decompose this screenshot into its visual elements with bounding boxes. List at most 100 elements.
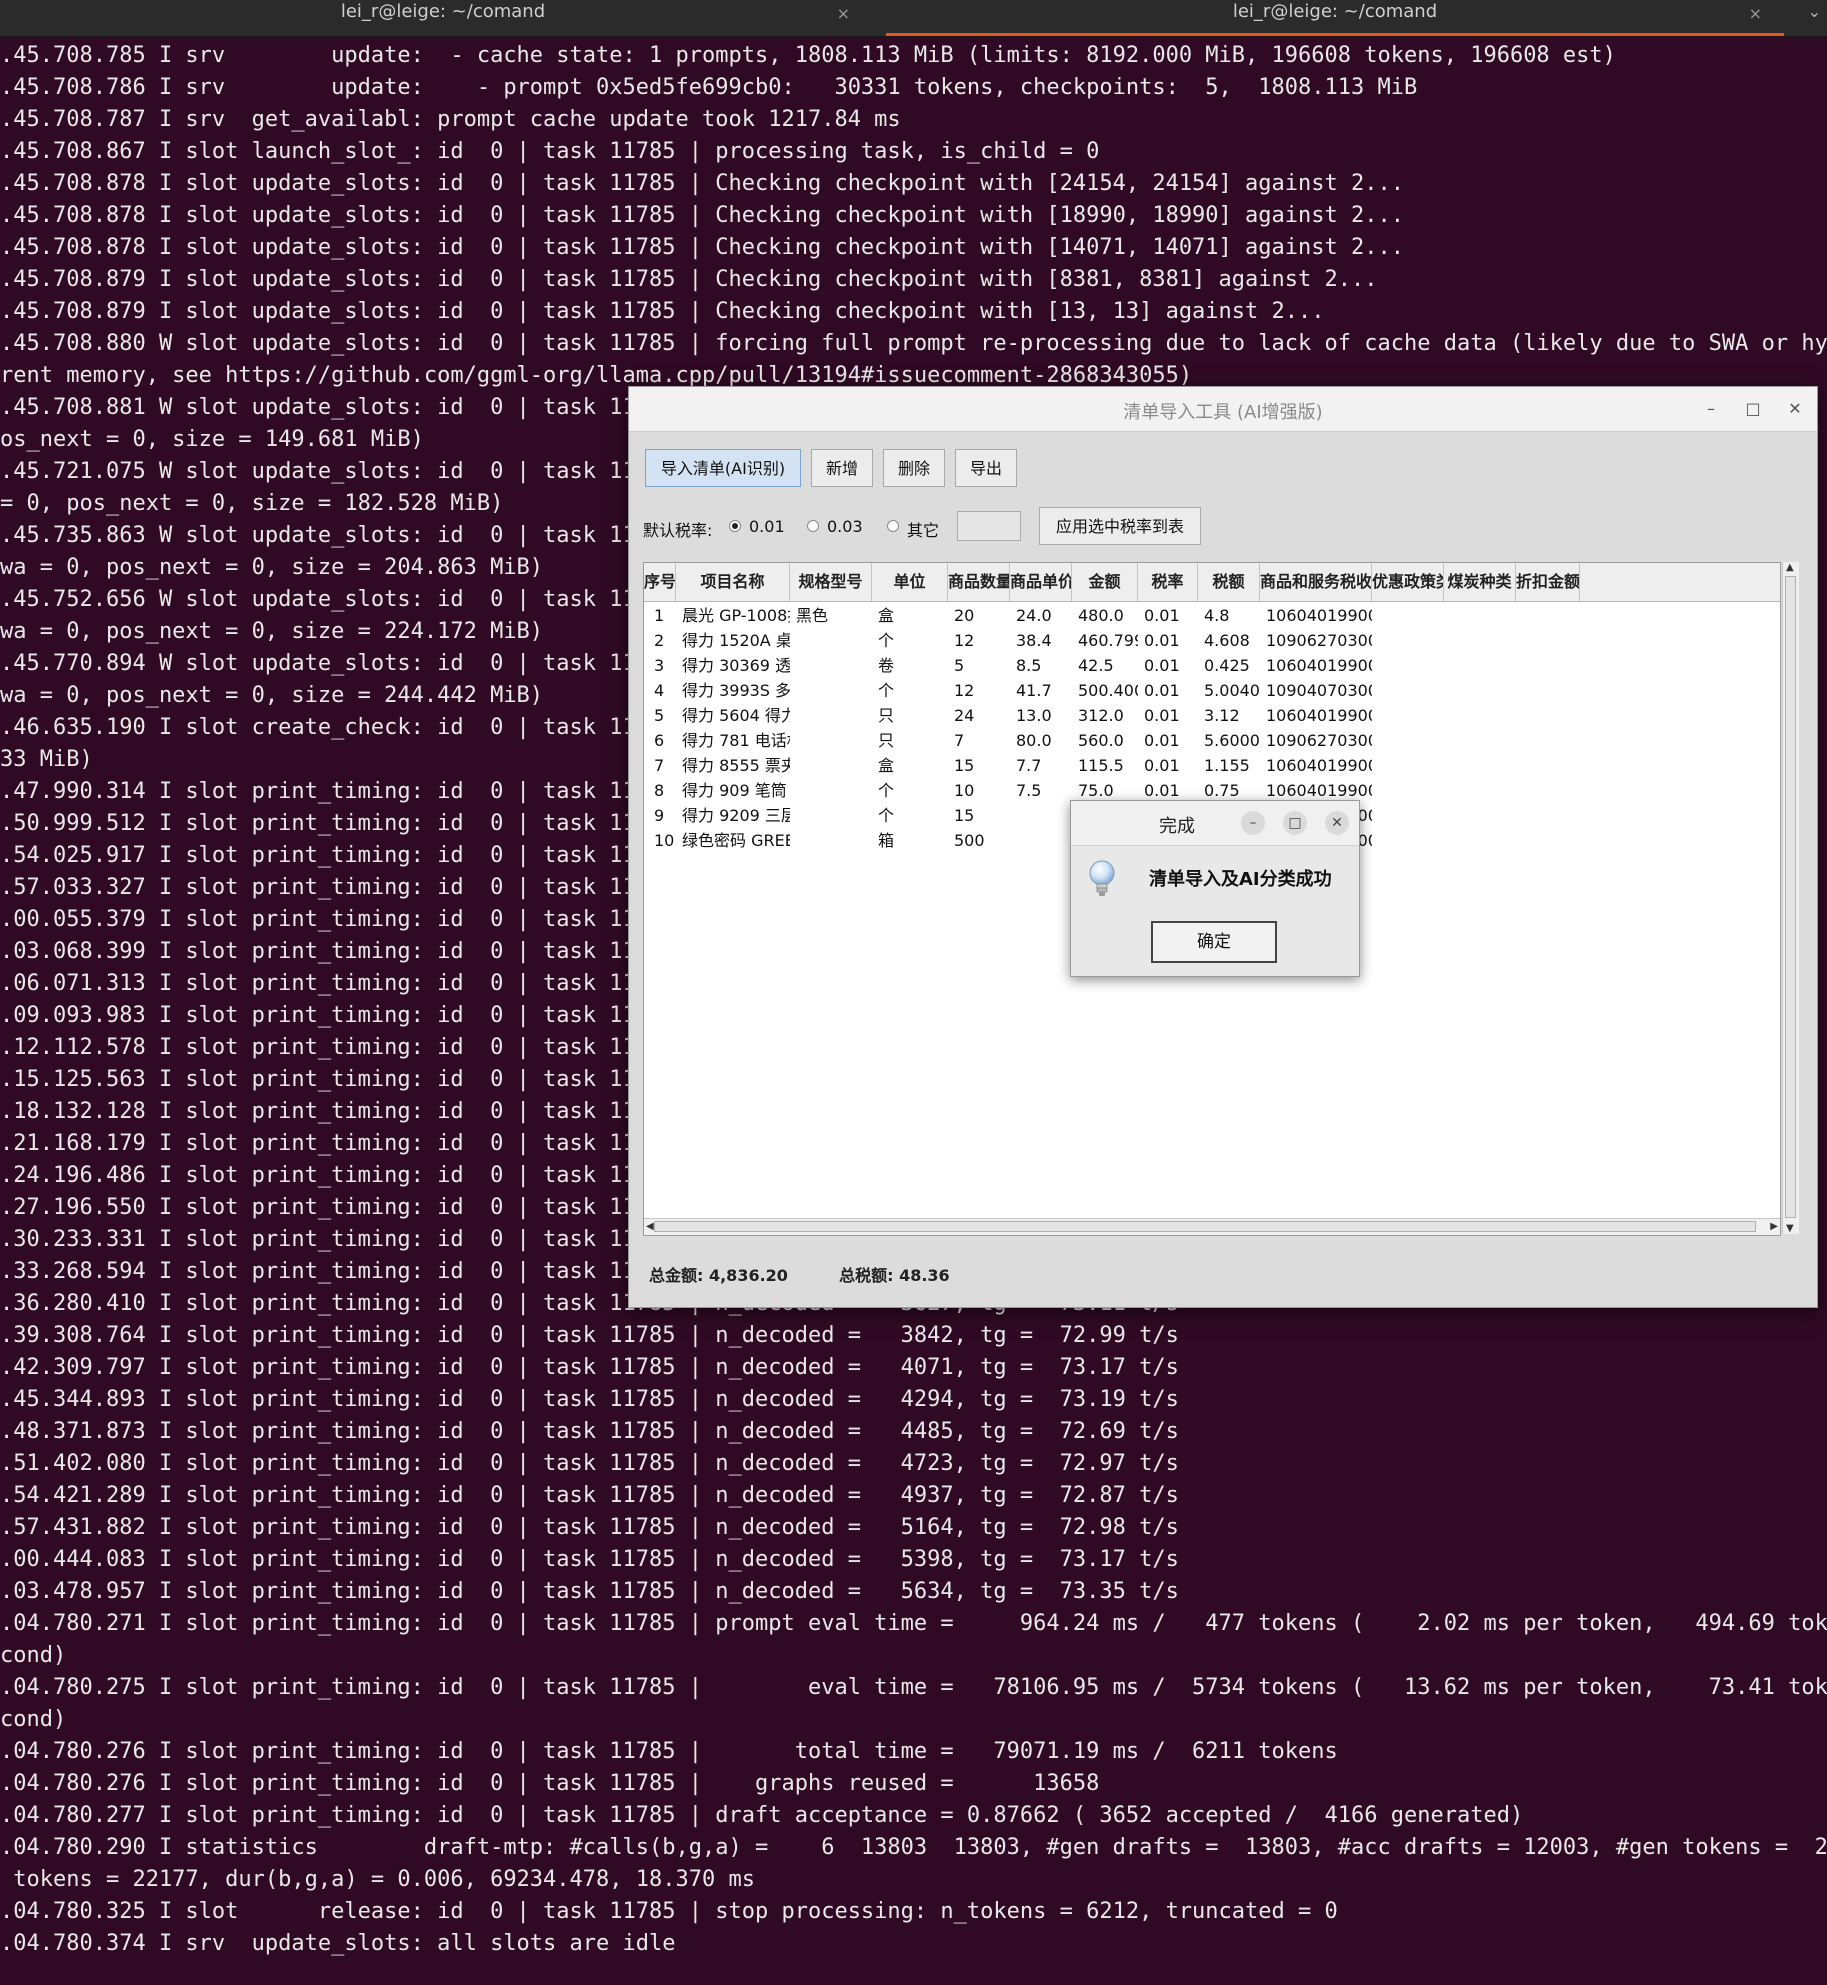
column-header[interactable]: 规格型号: [790, 563, 872, 601]
terminal-line: .03.068.399 I slot print_timing: id 0 | …: [0, 939, 676, 964]
table-cell: 绿色密码 GREENC: [682, 831, 790, 850]
minimize-icon[interactable]: –: [1241, 811, 1265, 835]
chevron-down-icon[interactable]: ⌄: [1808, 2, 1821, 21]
table-cell: 得力 9209 三层文: [682, 806, 790, 825]
terminal-line: .45.708.879 I slot update_slots: id 0 | …: [0, 299, 1325, 324]
table-cell: 500: [954, 831, 985, 850]
terminal-line: .50.999.512 I slot print_timing: id 0 | …: [0, 811, 676, 836]
table-cell: 15: [954, 756, 975, 775]
import-list-button[interactable]: 导入清单(AI识别): [645, 449, 801, 487]
table-row[interactable]: 1 晨光 GP-1008按动黑色 盒 20 24.0 480.0 0.01 4.8 106040…: [644, 603, 1780, 628]
table-cell: [1448, 678, 1516, 703]
radio-tax-003[interactable]: [807, 520, 819, 532]
maximize-icon[interactable]: □: [1283, 811, 1307, 835]
terminal-tab-title: lei_r@leige: ~/comand: [1232, 1, 1438, 22]
vertical-scroll-thumb[interactable]: [1785, 576, 1796, 1218]
table-cell: 个: [878, 806, 895, 825]
totals-footer: 总金额: 4,836.20 总税额: 48.36: [649, 1262, 950, 1286]
table-cell: 个: [878, 631, 895, 650]
table-cell: 80.0: [1016, 731, 1052, 750]
table-cell: 500.40000: [1078, 681, 1138, 700]
terminal-tab-1[interactable]: lei_r@leige: ~/comand ×: [0, 0, 886, 36]
default-tax-label: 默认税率:: [643, 521, 713, 540]
delete-button[interactable]: 删除: [883, 449, 945, 487]
scroll-right-icon[interactable]: ▶: [1770, 1219, 1778, 1235]
export-button[interactable]: 导出: [955, 449, 1017, 487]
terminal-line: .45.708.880 W slot update_slots: id 0 | …: [0, 331, 1827, 356]
scroll-up-icon[interactable]: ▲: [1786, 562, 1794, 573]
terminal-line: .48.371.873 I slot print_timing: id 0 | …: [0, 1419, 1179, 1444]
column-header[interactable]: 折扣金额: [1516, 563, 1580, 601]
table-cell: [1376, 828, 1444, 853]
table-cell: 0.01: [1144, 656, 1180, 675]
table-cell: [1014, 803, 1072, 828]
add-button[interactable]: 新增: [811, 449, 873, 487]
column-header[interactable]: 煤炭种类: [1444, 563, 1516, 601]
terminal-line: .45.708.878 I slot update_slots: id 0 | …: [0, 171, 1404, 196]
table-cell: 4.608: [1204, 631, 1250, 650]
vertical-scrollbar[interactable]: ▲ ▼: [1782, 562, 1799, 1234]
terminal-line: .39.308.764 I slot print_timing: id 0 | …: [0, 1323, 1179, 1348]
table-row[interactable]: 7 得力 8555 票夹/长 盒 15 7.7 115.5 0.01 1.155 1060401…: [644, 753, 1780, 778]
table-cell: 20: [954, 606, 975, 625]
radio-tax-001[interactable]: [729, 520, 741, 532]
table-row[interactable]: 3 得力 30369 透明胶 卷 5 8.5 42.5 0.01 0.425 106040199…: [644, 653, 1780, 678]
column-header[interactable]: 商品单价: [1010, 563, 1072, 601]
table-cell: 7: [954, 731, 965, 750]
horizontal-scrollbar[interactable]: ◀ ▶: [644, 1218, 1780, 1235]
close-icon[interactable]: ✕: [1325, 811, 1349, 835]
close-icon[interactable]: ×: [837, 2, 850, 26]
table-cell: 卷: [878, 656, 895, 675]
column-header[interactable]: 金额: [1072, 563, 1138, 601]
horizontal-scroll-thumb[interactable]: [654, 1221, 1756, 1232]
table-row[interactable]: 2 得力 1520A 桌面订 个 12 38.4 460.7999 0.01 4.608 109…: [644, 628, 1780, 653]
table-cell: [1448, 603, 1516, 628]
column-header[interactable]: 商品数量: [948, 563, 1010, 601]
table-cell: [1376, 628, 1444, 653]
scroll-left-icon[interactable]: ◀: [646, 1219, 654, 1235]
radio-tax-001-label: 0.01: [749, 517, 785, 536]
table-row[interactable]: 5 得力 5604 得力56 只 24 13.0 312.0 0.01 3.12 1060401…: [644, 703, 1780, 728]
table-cell: [1448, 703, 1516, 728]
window-titlebar[interactable]: 清单导入工具 (AI增强版) – □ ✕: [629, 387, 1817, 432]
column-header[interactable]: 商品和服务税收分: [1260, 563, 1372, 601]
apply-tax-button[interactable]: 应用选中税率到表: [1039, 507, 1201, 545]
column-header[interactable]: 序号: [644, 563, 676, 601]
table-cell: 8.5: [1016, 656, 1042, 675]
table-cell: [1376, 653, 1444, 678]
table-cell: 1090627030000: [1266, 731, 1372, 750]
table-row[interactable]: 6 得力 781 电话机 只 7 80.0 560.0 0.01 5.600000 109062…: [644, 728, 1780, 753]
table-row[interactable]: 4 得力 3993S 多用插 个 12 41.7 500.40000 0.01 5.00400…: [644, 678, 1780, 703]
terminal-line: .45.721.075 W slot update_slots: id 0 | …: [0, 459, 676, 484]
column-header[interactable]: 优惠政策类: [1372, 563, 1444, 601]
table-cell: [1376, 678, 1444, 703]
other-tax-input[interactable]: [957, 511, 1021, 541]
table-cell: 4.8: [1204, 606, 1230, 625]
table-cell: 4: [654, 681, 665, 700]
ok-button[interactable]: 确定: [1151, 921, 1277, 963]
active-tab-indicator: [886, 33, 1784, 36]
scroll-down-icon[interactable]: ▼: [1786, 1223, 1794, 1234]
table-cell: 12: [954, 681, 975, 700]
column-header[interactable]: 税额: [1198, 563, 1260, 601]
total-tax: 总税额: 48.36: [839, 1266, 950, 1285]
maximize-icon[interactable]: □: [1741, 397, 1765, 421]
column-header[interactable]: 单位: [872, 563, 948, 601]
terminal-line: cond): [0, 1643, 67, 1668]
minimize-icon[interactable]: –: [1699, 397, 1723, 421]
radio-tax-other[interactable]: [887, 520, 899, 532]
close-icon[interactable]: ✕: [1783, 397, 1807, 421]
table-cell: [794, 728, 872, 753]
close-icon[interactable]: ×: [1749, 2, 1762, 26]
table-cell: [1520, 678, 1580, 703]
table-cell: [1520, 728, 1580, 753]
dialog-titlebar[interactable]: 完成 – □ ✕: [1071, 801, 1359, 846]
table-cell: 得力 5604 得力56: [682, 706, 790, 725]
column-header[interactable]: 税率: [1138, 563, 1198, 601]
terminal-tab-2[interactable]: lei_r@leige: ~/comand ×: [886, 0, 1784, 36]
terminal-line: .51.402.080 I slot print_timing: id 0 | …: [0, 1451, 1179, 1476]
column-header[interactable]: 项目名称: [676, 563, 790, 601]
table-cell: 黑色: [796, 606, 829, 625]
terminal-line: .47.990.314 I slot print_timing: id 0 | …: [0, 779, 676, 804]
table-cell: [1376, 803, 1444, 828]
